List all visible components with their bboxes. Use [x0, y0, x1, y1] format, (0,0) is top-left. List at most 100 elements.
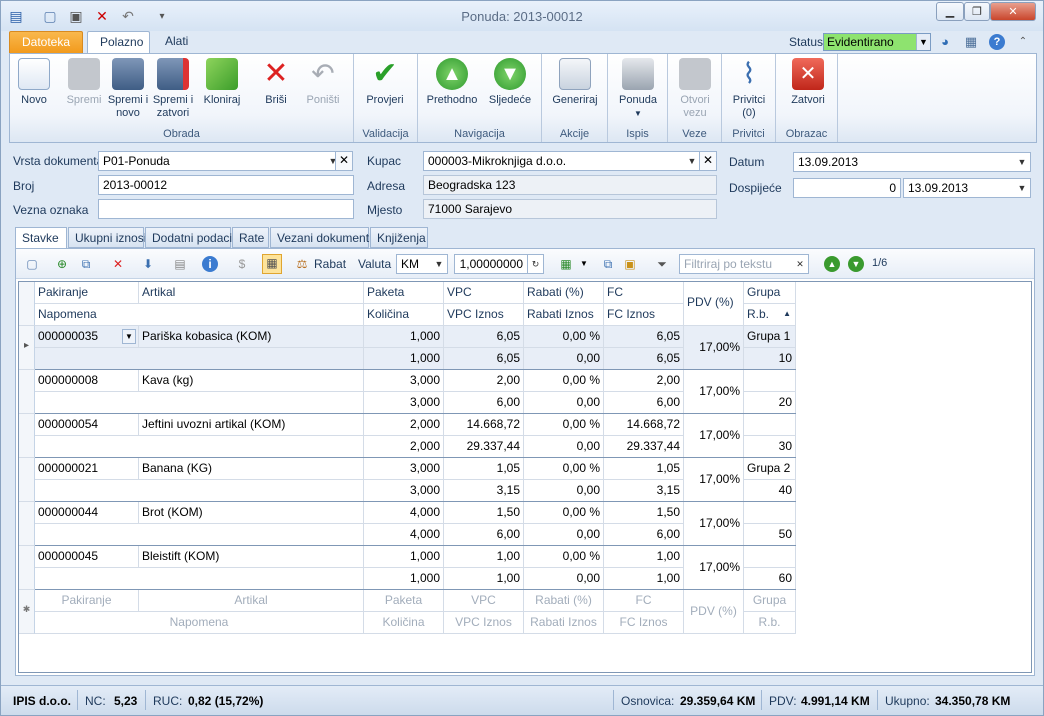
new-row-cell[interactable]: Rabati (%)	[524, 590, 604, 612]
kolicina-cell[interactable]: 1,000	[364, 568, 444, 590]
vpc-iznos-cell[interactable]: 29.337,44	[444, 436, 524, 458]
spremi-button[interactable]: Spremi	[62, 58, 106, 107]
napomena-cell[interactable]	[35, 392, 364, 414]
valuta-select[interactable]: KM ▼	[396, 254, 448, 274]
napomena-cell[interactable]	[35, 568, 364, 590]
artikal-cell[interactable]: Kava (kg)	[139, 370, 364, 392]
close-window-button[interactable]: ✕	[990, 2, 1036, 21]
rabat-iznos-cell[interactable]: 0,00	[524, 524, 604, 546]
artikal-cell[interactable]: Bleistift (KOM)	[139, 546, 364, 568]
pdv-cell[interactable]: 17,00%	[684, 458, 744, 502]
new-row-cell[interactable]: Napomena	[35, 612, 364, 634]
tab-datoteka[interactable]: Datoteka	[9, 31, 83, 53]
artikal-cell[interactable]: Pariška kobasica (KOM)	[139, 326, 364, 348]
ponisti-button[interactable]: ↶ Poništi	[302, 58, 344, 107]
sljedece-button[interactable]: ▼ Sljedeće	[484, 58, 536, 107]
chevron-down-icon[interactable]: ▼	[122, 329, 136, 344]
grupa-cell[interactable]	[744, 370, 796, 392]
fc-iznos-cell[interactable]: 6,00	[604, 524, 684, 546]
grupa-cell[interactable]	[744, 414, 796, 436]
copy-row-icon[interactable]: ⧉	[78, 256, 94, 272]
pakiranje-cell[interactable]: 000000021	[35, 458, 139, 480]
rabat-cell[interactable]: 0,00 %	[524, 414, 604, 436]
column-header[interactable]: FC Iznos	[604, 304, 684, 326]
chevron-down-icon[interactable]: ▼	[684, 152, 700, 170]
napomena-cell[interactable]	[35, 436, 364, 458]
artikal-cell[interactable]: Banana (KG)	[139, 458, 364, 480]
row-indicator[interactable]	[19, 546, 35, 590]
paketa-cell[interactable]: 2,000	[364, 414, 444, 436]
rabat-iznos-cell[interactable]: 0,00	[524, 392, 604, 414]
napomena-cell[interactable]	[35, 480, 364, 502]
prethodno-button[interactable]: ▲ Prethodno	[424, 58, 480, 107]
fc-cell[interactable]: 1,00	[604, 546, 684, 568]
column-header[interactable]: Grupa	[744, 282, 796, 304]
vpc-cell[interactable]: 2,00	[444, 370, 524, 392]
info-icon[interactable]: i	[202, 256, 218, 272]
rabat-iznos-cell[interactable]: 0,00	[524, 568, 604, 590]
row-indicator[interactable]	[19, 414, 35, 458]
new-row-cell[interactable]: FC	[604, 590, 684, 612]
column-header[interactable]: R.b. ▲	[744, 304, 796, 326]
napomena-cell[interactable]	[35, 524, 364, 546]
vpc-iznos-cell[interactable]: 6,05	[444, 348, 524, 370]
row-indicator[interactable]	[19, 370, 35, 414]
rabat-cell[interactable]: 0,00 %	[524, 546, 604, 568]
paketa-cell[interactable]: 3,000	[364, 370, 444, 392]
fc-iznos-cell[interactable]: 6,05	[604, 348, 684, 370]
filter-icon[interactable]: ⏷	[654, 256, 670, 272]
fc-cell[interactable]: 1,50	[604, 502, 684, 524]
row-indicator[interactable]	[19, 458, 35, 502]
rb-cell[interactable]: 50	[744, 524, 796, 546]
new-row-cell[interactable]: Pakiranje	[35, 590, 139, 612]
broj-field[interactable]: 2013-00012	[98, 175, 354, 195]
kolicina-cell[interactable]: 4,000	[364, 524, 444, 546]
pdv-cell[interactable]: 17,00%	[684, 546, 744, 590]
spremi-novo-button[interactable]: Spremi i novo	[106, 58, 150, 120]
artikal-cell[interactable]: Brot (KOM)	[139, 502, 364, 524]
fc-cell[interactable]: 14.668,72	[604, 414, 684, 436]
pakiranje-cell[interactable]: 000000054	[35, 414, 139, 436]
vpc-cell[interactable]: 6,05	[444, 326, 524, 348]
fc-iznos-cell[interactable]: 1,00	[604, 568, 684, 590]
kolicina-cell[interactable]: 3,000	[364, 392, 444, 414]
vpc-cell[interactable]: 1,05	[444, 458, 524, 480]
kolicina-cell[interactable]: 1,000	[364, 348, 444, 370]
rb-cell[interactable]: 60	[744, 568, 796, 590]
dospijece-days-field[interactable]: 0	[793, 178, 901, 198]
add-row-icon[interactable]: ⊕	[54, 256, 70, 272]
rb-cell[interactable]: 10	[744, 348, 796, 370]
generiraj-button[interactable]: Generiraj	[548, 58, 602, 107]
new-row-cell[interactable]: Artikal	[139, 590, 364, 612]
chevron-down-icon[interactable]: ▼	[431, 255, 447, 273]
row-indicator[interactable]	[19, 502, 35, 546]
rabat-button-label[interactable]: Rabat	[314, 257, 346, 271]
rabat-cell[interactable]: 0,00 %	[524, 502, 604, 524]
status-select[interactable]: Evidentirano ▼	[823, 33, 931, 51]
kloniraj-button[interactable]: Kloniraj	[202, 58, 242, 107]
vpc-iznos-cell[interactable]: 3,15	[444, 480, 524, 502]
excel-export-icon[interactable]: ▦	[558, 256, 574, 272]
clear-filter-icon[interactable]: ✕	[792, 255, 808, 273]
new-row-cell[interactable]: PDV (%)	[684, 590, 744, 634]
chevron-down-icon[interactable]: ▼	[916, 34, 930, 50]
paketa-cell[interactable]: 4,000	[364, 502, 444, 524]
delete-row-icon[interactable]: ✕	[110, 256, 126, 272]
column-header[interactable]: PDV (%)	[684, 282, 744, 326]
grupa-cell[interactable]: Grupa 1	[744, 326, 796, 348]
tecaj-field[interactable]: 1,00000000 ↻	[454, 254, 544, 274]
column-header[interactable]: Napomena	[35, 304, 364, 326]
rabat-cell[interactable]: 0,00 %	[524, 458, 604, 480]
tab-rate[interactable]: Rate	[232, 227, 269, 248]
datum-field[interactable]: 13.09.2013 ▼	[793, 152, 1031, 172]
tab-dodatni-podaci[interactable]: Dodatni podaci	[145, 227, 232, 248]
pdv-cell[interactable]: 17,00%	[684, 370, 744, 414]
column-header[interactable]: Količina	[364, 304, 444, 326]
clear-kupac-button[interactable]: ✕	[699, 151, 717, 171]
filter-input[interactable]: Filtriraj po tekstu ✕	[679, 254, 809, 274]
kolicina-cell[interactable]: 2,000	[364, 436, 444, 458]
privitci-button[interactable]: ⌇ Privitci (0)	[728, 58, 770, 120]
new-row-cell[interactable]: Rabati Iznos	[524, 612, 604, 634]
provjeri-button[interactable]: ✔ Provjeri	[362, 58, 408, 107]
copy-icon[interactable]: ⧉	[600, 256, 616, 272]
